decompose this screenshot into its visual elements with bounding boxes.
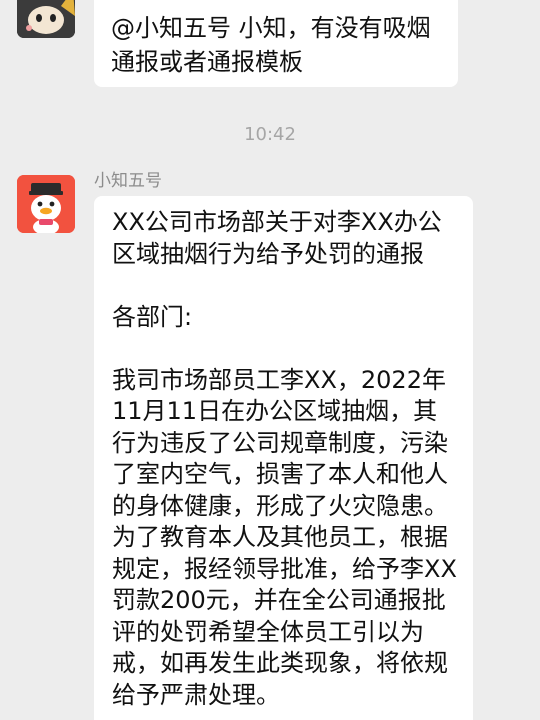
notice-greeting: 各部门: — [112, 302, 193, 331]
chat-screen: @小知五号 小知，有没有吸烟 通报或者通报模板 10:42 小知五号 XX公司市… — [0, 0, 540, 720]
bot-message-bubble[interactable]: XX公司市场部关于对李XX办公区域抽烟行为给予处罚的通报 各部门: 我司市场部员… — [94, 196, 473, 720]
bot-avatar[interactable] — [17, 175, 75, 233]
sender-name: 小知五号 — [94, 171, 162, 191]
user-avatar-icon — [17, 0, 75, 38]
user-message-bubble[interactable]: @小知五号 小知，有没有吸烟 通报或者通报模板 — [94, 0, 458, 87]
duck-mascot-icon — [17, 175, 75, 233]
message-timestamp: 10:42 — [244, 124, 296, 145]
user-avatar[interactable] — [17, 0, 75, 38]
user-message-line-1: @小知五号 小知，有没有吸烟 — [111, 14, 431, 42]
user-message: @小知五号 小知，有没有吸烟 通报或者通报模板 — [0, 0, 540, 100]
user-message-line-2: 通报或者通报模板 — [111, 48, 303, 76]
notice-title: XX公司市场部关于对李XX办公区域抽烟行为给予处罚的通报 — [112, 208, 442, 268]
notice-body: 我司市场部员工李XX，2022年11月11日在办公区域抽烟，其行为违反了公司规章… — [112, 365, 457, 709]
